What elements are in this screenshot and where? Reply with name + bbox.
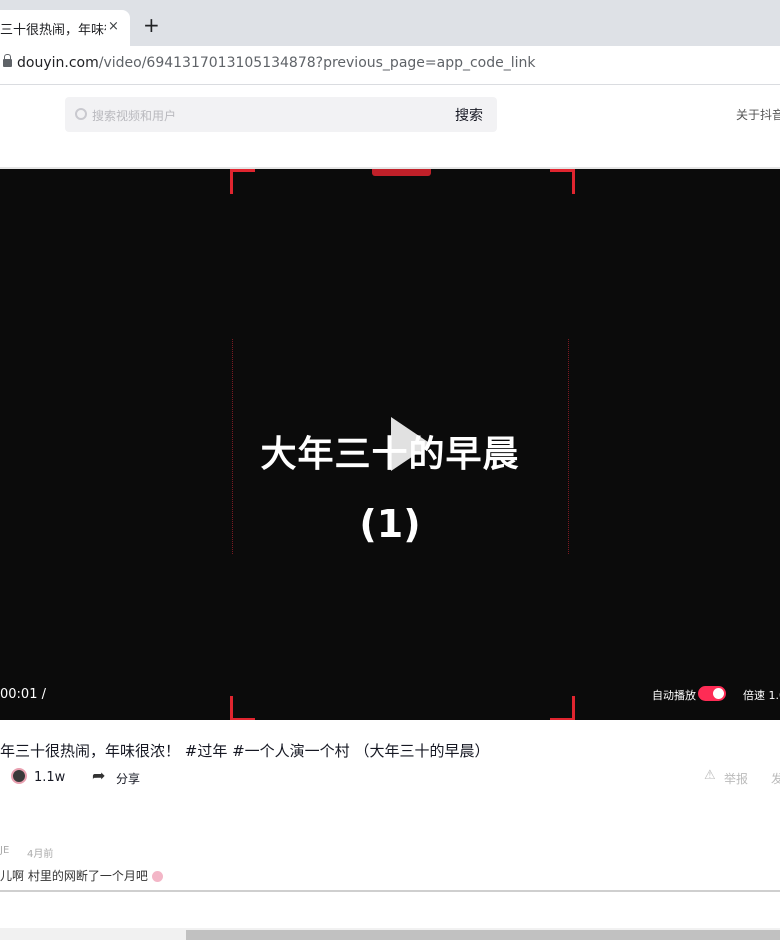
more-action-button[interactable]: 发 [771, 770, 780, 787]
horizontal-scrollbar[interactable] [0, 928, 780, 940]
browser-tab[interactable]: 三十很热闹，年味很 × [0, 10, 130, 46]
like-count: 1.1w [34, 770, 66, 785]
share-icon[interactable]: ➦ [92, 768, 105, 784]
search-icon [75, 108, 87, 120]
new-tab-icon[interactable]: + [143, 15, 160, 35]
video-overlay-title: 大年三十的早晨 [260, 434, 520, 475]
url-host: douyin.com [17, 55, 99, 71]
video-player[interactable]: 大年三十的早晨 (1) 00:01 / 自动播放 倍速 1.0 [0, 169, 780, 720]
report-button[interactable]: 举报 [724, 770, 748, 787]
comment-time: 4月前 [27, 849, 54, 860]
window-bottom-border [0, 890, 780, 892]
browser-tab-bar: 三十很热闹，年味很 × + [0, 0, 780, 46]
autoplay-toggle[interactable] [698, 686, 726, 701]
comment-user[interactable]: JE [0, 845, 9, 856]
toggle-knob [713, 688, 724, 699]
close-icon[interactable]: × [108, 19, 119, 34]
scrollbar-thumb[interactable] [186, 930, 780, 940]
tab-title: 三十很热闹，年味很 [0, 23, 106, 38]
frame-corner-top-left [230, 169, 255, 194]
playback-speed-button[interactable]: 倍速 1.0 [743, 687, 780, 703]
lock-icon [3, 54, 12, 67]
frame-corner-bottom-right [550, 696, 575, 720]
search-input[interactable]: 搜索视频和用户 [92, 107, 176, 124]
frame-notch [372, 169, 431, 176]
like-icon[interactable] [11, 768, 27, 784]
search-button[interactable]: 搜索 [455, 105, 483, 125]
autoplay-label: 自动播放 [652, 689, 696, 702]
playback-time: 00:01 / [0, 687, 46, 702]
share-button[interactable]: 分享 [116, 770, 140, 787]
play-icon[interactable] [391, 417, 431, 471]
url-path: /video/6941317013105134878?previous_page… [98, 55, 536, 71]
frame-corner-bottom-left [230, 696, 255, 720]
video-overlay-number: (1) [359, 502, 421, 546]
url-text[interactable]: douyin.com/video/6941317013105134878?pre… [17, 55, 536, 71]
frame-corner-top-right [550, 169, 575, 194]
emoji-icon [151, 871, 163, 882]
video-caption: 年三十很热闹，年味很浓！ #过年 #一个人演一个村 （大年三十的早晨） [0, 742, 490, 760]
search-box[interactable]: 搜索视频和用户 搜索 [65, 97, 497, 132]
about-link[interactable]: 关于抖音 [736, 106, 780, 123]
comment-text: 儿啊 村里的网断了一个月吧 [0, 867, 163, 884]
warning-icon[interactable]: ⚠ [704, 769, 716, 783]
comment-text-content: 儿啊 村里的网断了一个月吧 [0, 869, 148, 883]
address-bar[interactable]: douyin.com/video/6941317013105134878?pre… [0, 46, 780, 85]
